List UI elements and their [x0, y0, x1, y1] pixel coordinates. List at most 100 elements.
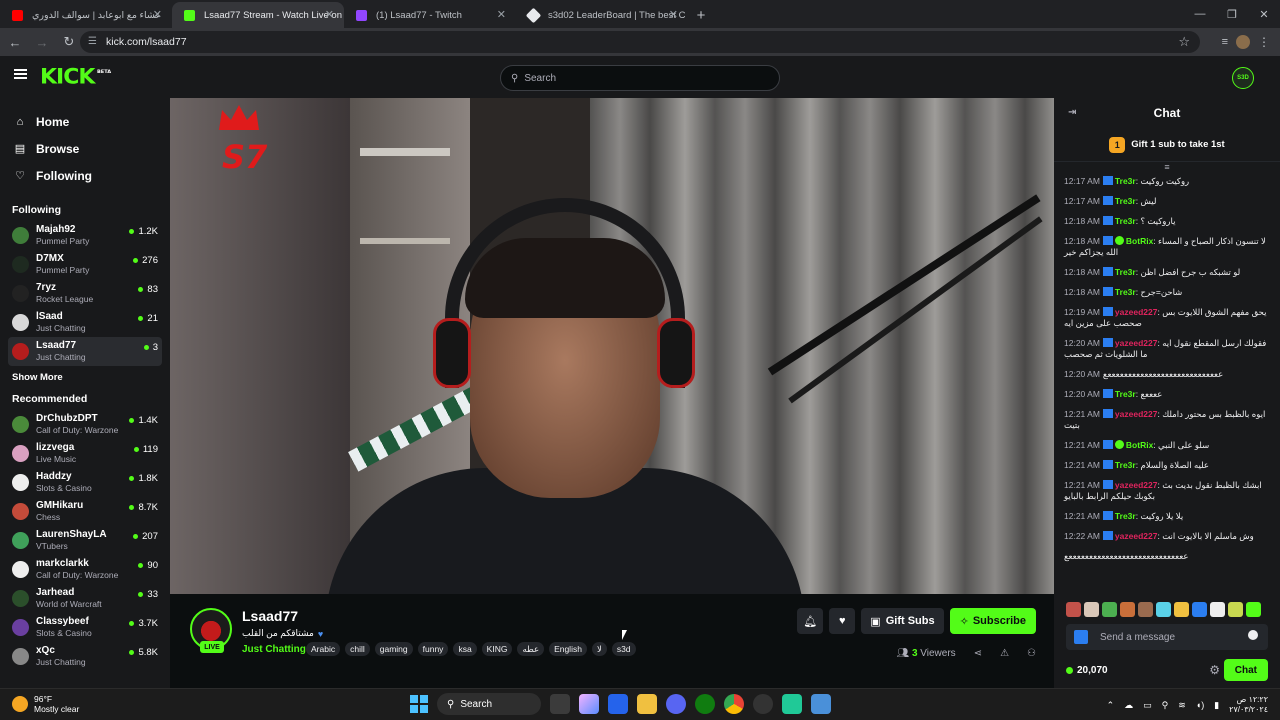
- message-username[interactable]: BotRix: [1126, 236, 1153, 246]
- copilot-icon[interactable]: [579, 694, 599, 714]
- message-username[interactable]: BotRix: [1126, 440, 1153, 450]
- menu-toggle-icon[interactable]: [14, 69, 27, 79]
- microphone-icon[interactable]: ⚲: [1162, 700, 1169, 711]
- message-username[interactable]: Tre3r: [1115, 196, 1136, 206]
- notification-bell-button[interactable]: 🔔︎: [797, 608, 824, 634]
- emote-icon[interactable]: [1156, 602, 1171, 617]
- stream-tag[interactable]: عطه: [517, 642, 545, 656]
- close-tab-icon[interactable]: ✕: [669, 8, 678, 21]
- back-button[interactable]: ←: [3, 30, 27, 54]
- emote-icon[interactable]: [1066, 602, 1081, 617]
- streamer-name[interactable]: Lsaad77: [242, 608, 298, 624]
- nav-home[interactable]: ⌂ Home: [0, 108, 170, 135]
- message-username[interactable]: yazeed227: [1115, 307, 1158, 317]
- sidebar-channel[interactable]: Majah92 Pummel Party 1.2K: [8, 221, 162, 250]
- weather-widget[interactable]: 96°F Mostly clear: [12, 694, 79, 714]
- report-icon[interactable]: ⚠: [1000, 648, 1009, 659]
- gift-subs-button[interactable]: ▣ Gift Subs: [861, 608, 944, 634]
- browser-tab-youtube[interactable]: عشاء مع ابوعابد | سوالف الدوري ✕: [0, 2, 172, 28]
- browser-tab-kick[interactable]: Lsaad77 Stream - Watch Live on Kick✕: [172, 2, 344, 28]
- discord-icon[interactable]: [666, 694, 686, 714]
- sidebar-channel[interactable]: GMHikaru Chess 8.7K: [8, 497, 162, 526]
- close-tab-icon[interactable]: ✕: [497, 8, 506, 21]
- security-shield-icon[interactable]: [811, 694, 831, 714]
- emote-icon[interactable]: [1228, 602, 1243, 617]
- emote-icon[interactable]: [1192, 602, 1207, 617]
- sidebar-channel[interactable]: 7ryz Rocket League 83: [8, 279, 162, 308]
- sidebar-channel[interactable]: lSaad Just Chatting 21: [8, 308, 162, 337]
- wifi-icon[interactable]: ≋: [1178, 700, 1186, 711]
- battery-icon[interactable]: ▮: [1214, 700, 1219, 711]
- maximize-button[interactable]: ❐: [1216, 0, 1248, 28]
- browser-tab-leaderboard[interactable]: s3d02 LeaderBoard | The best C ✕: [516, 2, 688, 28]
- browser-menu-icon[interactable]: ⋮: [1258, 35, 1270, 49]
- sidebar-channel[interactable]: Haddzy Slots & Casino 1.8K: [8, 468, 162, 497]
- stream-tag[interactable]: ksa: [453, 642, 477, 656]
- message-username[interactable]: yazeed227: [1115, 531, 1158, 541]
- sidebar-channel[interactable]: LaurenShayLA VTubers 207: [8, 526, 162, 555]
- cloud-icon[interactable]: ☁: [1124, 700, 1133, 711]
- sidebar-channel[interactable]: lizzvega Live Music 119: [8, 439, 162, 468]
- file-explorer-icon[interactable]: [637, 694, 657, 714]
- address-bar[interactable]: ☰ kick.com/lsaad77 ☆: [80, 31, 1200, 53]
- nav-browse[interactable]: ▤ Browse: [0, 135, 170, 162]
- sidebar-channel[interactable]: markclarkk Call of Duty: Warzone 90: [8, 555, 162, 584]
- channel-points[interactable]: 20,070: [1066, 665, 1108, 676]
- stream-tag[interactable]: KING: [481, 642, 513, 656]
- message-username[interactable]: Tre3r: [1115, 176, 1136, 186]
- forward-button[interactable]: →: [30, 30, 54, 54]
- close-tab-icon[interactable]: ✕: [325, 8, 334, 21]
- pinned-toggle-icon[interactable]: ≡: [1054, 162, 1280, 176]
- emote-icon[interactable]: [1120, 602, 1135, 617]
- emote-icon[interactable]: [1210, 602, 1225, 617]
- video-player[interactable]: S7: [170, 98, 1054, 594]
- stream-tag[interactable]: English: [549, 642, 587, 656]
- show-more-button[interactable]: Show More: [0, 366, 170, 388]
- reading-list-icon[interactable]: ≡: [1222, 36, 1228, 48]
- message-username[interactable]: Tre3r: [1115, 216, 1136, 226]
- gift-leaderboard-banner[interactable]: 1 Gift 1 sub to take 1st: [1054, 128, 1280, 162]
- sidebar-channel[interactable]: Classybeef Slots & Casino 3.7K: [8, 613, 162, 642]
- sidebar-channel[interactable]: Lsaad77 Just Chatting 3: [8, 337, 162, 366]
- user-avatar[interactable]: S3D: [1232, 67, 1254, 89]
- store-icon[interactable]: [608, 694, 628, 714]
- send-chat-button[interactable]: Chat: [1223, 659, 1268, 681]
- stream-tag[interactable]: s3d: [611, 642, 636, 656]
- close-window-button[interactable]: ✕: [1248, 0, 1280, 28]
- share-icon[interactable]: ⋖: [974, 648, 982, 659]
- chrome-icon[interactable]: [724, 694, 744, 714]
- browser-tab-twitch[interactable]: (1) Lsaad77 - Twitch ✕: [344, 2, 516, 28]
- emote-icon[interactable]: [1084, 602, 1099, 617]
- stream-tag[interactable]: chill: [345, 642, 370, 656]
- follow-heart-button[interactable]: ♥: [829, 608, 856, 634]
- sidebar-channel[interactable]: xQc Just Chatting 5.8K: [8, 642, 162, 671]
- emote-icon[interactable]: [1174, 602, 1189, 617]
- new-tab-button[interactable]: +: [688, 2, 714, 28]
- message-username[interactable]: yazeed227: [1115, 338, 1158, 348]
- sidebar-channel[interactable]: Jarhead World of Warcraft 33: [8, 584, 162, 613]
- profile-avatar[interactable]: [1236, 35, 1250, 49]
- message-username[interactable]: Tre3r: [1115, 287, 1136, 297]
- message-username[interactable]: yazeed227: [1115, 409, 1158, 419]
- emote-icon[interactable]: [1102, 602, 1117, 617]
- minimize-button[interactable]: —: [1184, 0, 1216, 28]
- clock[interactable]: ١٢:٢٢ ص ٢٧/٠٣/٢٠٢٤: [1229, 695, 1268, 715]
- gear-icon[interactable]: ⚙: [1209, 663, 1220, 677]
- reload-button[interactable]: ↻: [57, 30, 81, 54]
- clip-user-icon[interactable]: ⚇: [1027, 648, 1036, 659]
- taskbar-search[interactable]: ⚲ Search: [437, 693, 541, 715]
- stream-category[interactable]: Just Chatting: [242, 644, 306, 655]
- windows-start-icon[interactable]: [410, 695, 428, 713]
- stream-tag[interactable]: Arabic: [306, 642, 341, 656]
- site-info-icon[interactable]: ☰: [88, 36, 97, 47]
- bookmark-star-icon[interactable]: ☆: [1178, 34, 1190, 50]
- task-view-icon[interactable]: [550, 694, 570, 714]
- stream-tag[interactable]: gaming: [374, 642, 413, 656]
- message-username[interactable]: Tre3r: [1115, 267, 1136, 277]
- collapse-chat-icon[interactable]: ⇥: [1068, 107, 1076, 118]
- chevron-up-icon[interactable]: ⌃: [1107, 700, 1115, 711]
- message-username[interactable]: Tre3r: [1115, 389, 1136, 399]
- obs-icon[interactable]: [753, 694, 773, 714]
- nav-following[interactable]: ♡ Following: [0, 162, 170, 189]
- emote-icon[interactable]: [1246, 602, 1261, 617]
